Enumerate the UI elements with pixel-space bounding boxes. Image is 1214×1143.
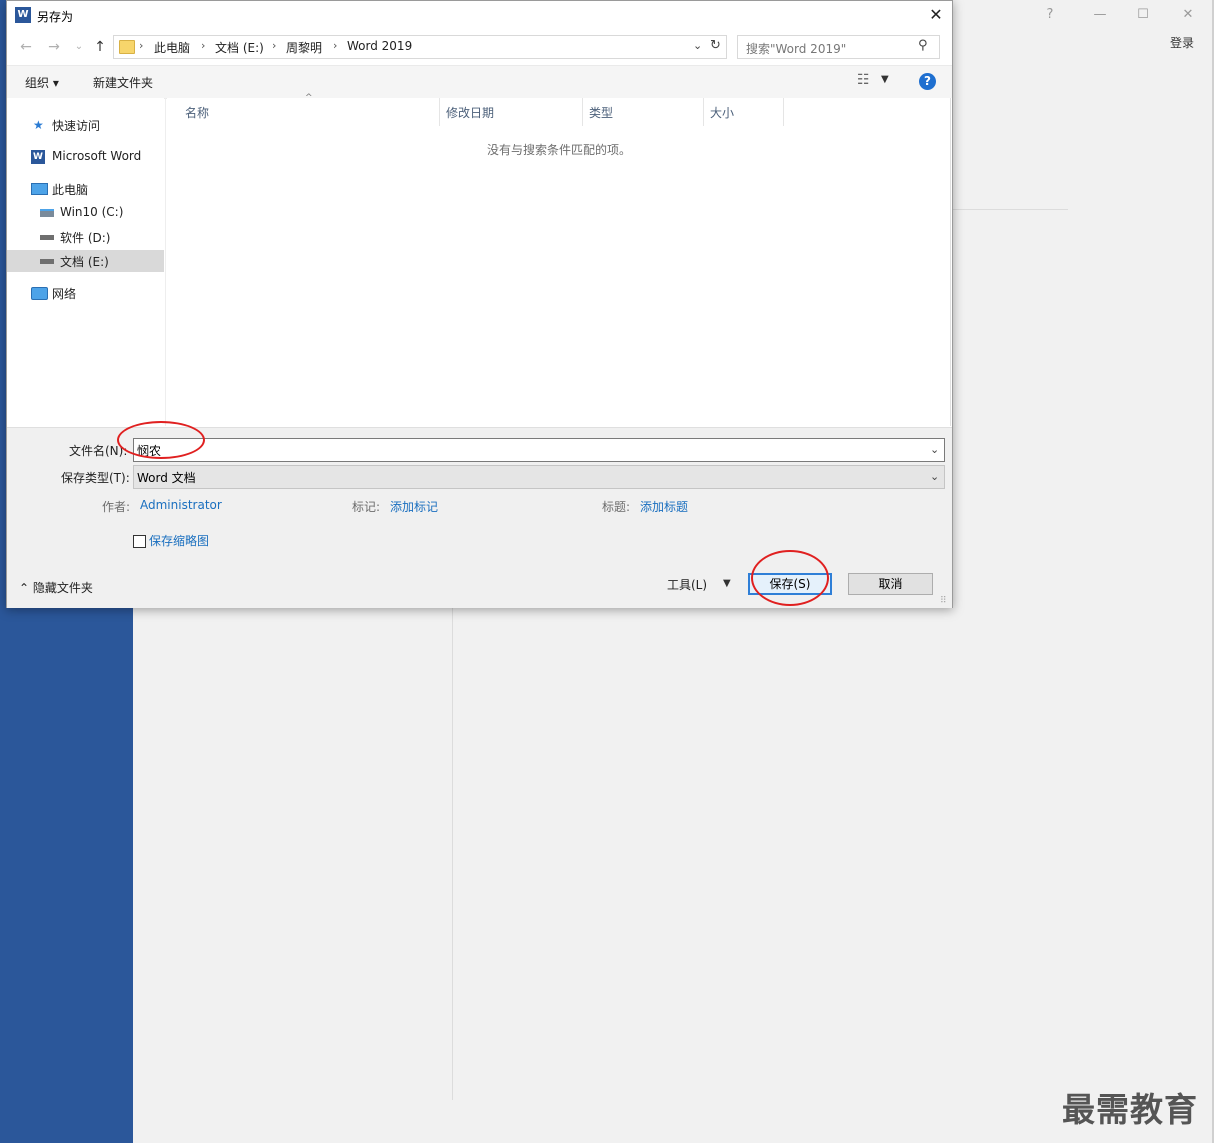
save-as-dialog: W 另存为 ✕ ← → ⌄ ↑ › 此电脑 › 文档 (E:) › 周黎明 › … (6, 0, 953, 608)
column-divider[interactable] (703, 98, 704, 126)
breadcrumb-folder[interactable]: 周黎明 (286, 39, 322, 56)
up-button[interactable]: ↑ (91, 37, 109, 57)
breadcrumb-this-pc[interactable]: 此电脑 (154, 39, 190, 56)
add-tags-link[interactable]: 添加标记 (390, 498, 438, 515)
navigation-pane: ★ 快速访问 W Microsoft Word 此电脑 Win10 (C:) 软… (7, 98, 164, 426)
nav-item-microsoft-word[interactable]: W Microsoft Word (7, 146, 164, 168)
column-header-type[interactable]: 类型 (589, 104, 613, 121)
chevron-right-icon: › (139, 39, 144, 52)
word-close-button[interactable]: ✕ (1174, 4, 1202, 26)
drive-icon (40, 259, 54, 264)
add-title-link[interactable]: 添加标题 (640, 498, 688, 515)
nav-item-label: 网络 (52, 287, 77, 301)
word-app-icon: W (15, 7, 31, 23)
command-toolbar: 组织 ▾ 新建文件夹 ☷ ▼ ? (7, 65, 952, 99)
chevron-down-icon[interactable]: ⌄ (930, 470, 939, 483)
tools-menu-button[interactable]: 工具(L) (667, 576, 707, 593)
address-bar[interactable]: › 此电脑 › 文档 (E:) › 周黎明 › Word 2019 ⌄ ↻ (113, 35, 727, 59)
chevron-down-icon[interactable]: ⌄ (930, 443, 939, 456)
nav-item-label: 此电脑 (52, 183, 89, 197)
resize-grip-icon[interactable]: ⠿ (940, 596, 947, 606)
empty-folder-message: 没有与搜索条件匹配的项。 (487, 143, 632, 157)
nav-item-quick-access[interactable]: ★ 快速访问 (7, 114, 164, 136)
save-options-panel: 文件名(N): 悯农 ⌄ 保存类型(T): Word 文档 ⌄ 作者: Admi… (7, 427, 952, 608)
search-placeholder: 搜索"Word 2019" (746, 42, 847, 56)
nav-item-label: Win10 (C:) (60, 205, 124, 219)
organize-menu-button[interactable]: 组织 ▾ (25, 74, 59, 91)
breadcrumb-current-folder[interactable]: Word 2019 (347, 39, 412, 53)
cancel-button[interactable]: 取消 (848, 573, 933, 595)
filetype-select[interactable]: Word 文档 ⌄ (133, 465, 945, 489)
dialog-close-button[interactable]: ✕ (923, 4, 949, 26)
word-help-button[interactable]: ? (1036, 4, 1064, 26)
filename-value: 悯农 (137, 444, 162, 458)
sort-ascending-icon: ^ (305, 93, 313, 103)
nav-item-network[interactable]: 网络 (7, 282, 164, 304)
back-button[interactable]: ← (17, 37, 35, 57)
chevron-up-icon: ⌃ (19, 581, 33, 595)
chevron-right-icon: › (201, 39, 206, 52)
column-header-date[interactable]: 修改日期 (446, 104, 494, 121)
backstage-divider-horizontal (952, 209, 1068, 210)
chevron-down-icon[interactable]: ⌄ (693, 39, 702, 52)
search-input[interactable]: 搜索"Word 2019" ⚲ (737, 35, 940, 59)
file-list-edge (950, 98, 951, 426)
view-options-icon[interactable]: ☷ (857, 72, 870, 88)
file-list[interactable]: ^ 名称 修改日期 类型 大小 没有与搜索条件匹配的项。 (167, 93, 952, 426)
column-divider[interactable] (582, 98, 583, 126)
chevron-down-icon[interactable]: ▼ (723, 578, 731, 589)
save-thumbnail-label[interactable]: 保存缩略图 (149, 532, 209, 549)
filename-label: 文件名(N): (69, 444, 128, 458)
chevron-right-icon: › (333, 39, 338, 52)
folder-icon (119, 40, 135, 54)
pane-splitter[interactable] (165, 98, 166, 426)
forward-button[interactable]: → (45, 37, 63, 57)
login-link[interactable]: 登录 (1170, 34, 1194, 51)
word-icon: W (31, 150, 45, 164)
nav-item-label: 文档 (E:) (60, 255, 109, 269)
nav-item-label: 软件 (D:) (60, 231, 111, 245)
drive-icon (40, 235, 54, 240)
author-value[interactable]: Administrator (140, 498, 222, 512)
refresh-icon[interactable]: ↻ (710, 38, 721, 53)
chevron-down-icon[interactable]: ▼ (881, 74, 889, 85)
title-label: 标题: (602, 500, 631, 514)
word-restore-button[interactable]: ☐ (1129, 4, 1157, 26)
hide-folders-button[interactable]: ⌃ 隐藏文件夹 (19, 579, 93, 596)
nav-item-this-pc[interactable]: 此电脑 (7, 178, 164, 200)
author-label: 作者: (102, 500, 131, 514)
dialog-titlebar: W 另存为 ✕ (7, 1, 952, 31)
backstage-divider (452, 600, 453, 1100)
save-button[interactable]: 保存(S) (748, 573, 832, 595)
computer-icon (31, 183, 48, 195)
filetype-value: Word 文档 (137, 471, 196, 485)
nav-item-drive-c[interactable]: Win10 (C:) (7, 202, 164, 224)
nav-item-label: 快速访问 (52, 119, 101, 133)
new-folder-button[interactable]: 新建文件夹 (93, 74, 153, 91)
tags-label: 标记: (352, 500, 381, 514)
chevron-right-icon: › (272, 39, 277, 52)
column-divider[interactable] (439, 98, 440, 126)
dialog-title: 另存为 (37, 10, 74, 24)
breadcrumb-drive-e[interactable]: 文档 (E:) (215, 39, 264, 56)
system-drive-icon (40, 209, 54, 217)
save-thumbnail-checkbox[interactable] (133, 535, 146, 548)
hide-folders-label: 隐藏文件夹 (32, 581, 93, 595)
column-divider[interactable] (783, 98, 784, 126)
column-header-size[interactable]: 大小 (710, 104, 734, 121)
word-minimize-button[interactable]: — (1086, 4, 1114, 26)
star-icon: ★ (33, 118, 44, 132)
nav-item-drive-e[interactable]: 文档 (E:) (7, 250, 164, 272)
network-icon (31, 287, 48, 300)
recent-locations-button[interactable]: ⌄ (70, 37, 88, 57)
column-header-name[interactable]: 名称 (185, 104, 209, 121)
nav-item-drive-d[interactable]: 软件 (D:) (7, 226, 164, 248)
nav-item-label: Microsoft Word (52, 149, 142, 163)
search-icon[interactable]: ⚲ (918, 38, 928, 53)
watermark-logo: 最需教育 (1062, 1090, 1198, 1129)
help-icon[interactable]: ? (919, 73, 936, 90)
filetype-label: 保存类型(T): (61, 471, 130, 485)
filename-input[interactable]: 悯农 ⌄ (133, 438, 945, 462)
navigation-bar: ← → ⌄ ↑ › 此电脑 › 文档 (E:) › 周黎明 › Word 201… (7, 33, 952, 61)
